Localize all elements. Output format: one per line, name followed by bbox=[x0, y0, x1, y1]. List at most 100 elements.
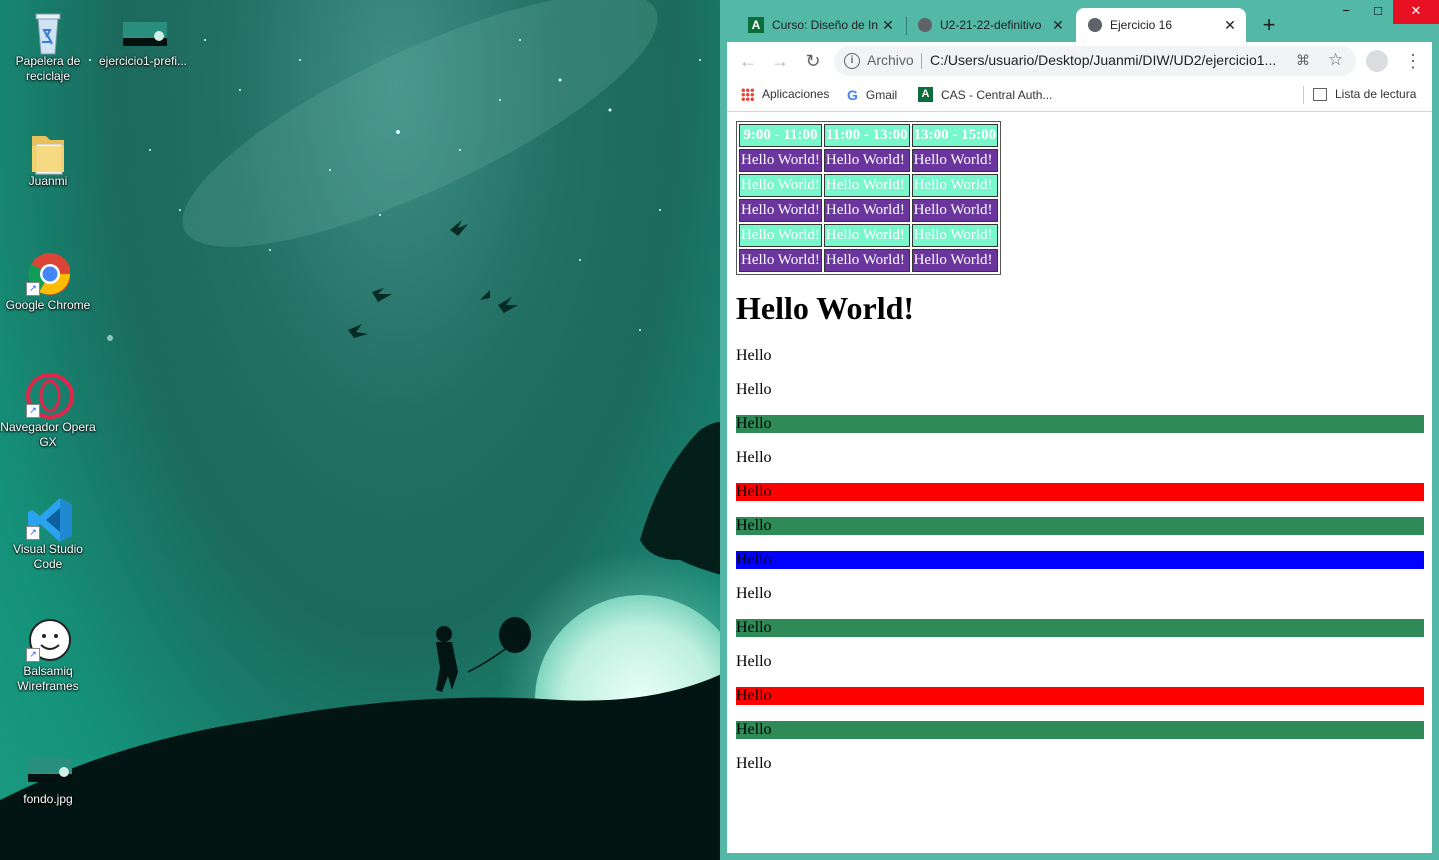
balsamiq-icon: ↗ bbox=[26, 618, 71, 662]
schedule-table: 9:00 - 11:00 11:00 - 13:00 13:00 - 15:00… bbox=[736, 121, 1002, 275]
bookmark-label: Aplicaciones bbox=[762, 87, 830, 101]
table-cell: Hello World! bbox=[911, 199, 999, 222]
close-tab-icon[interactable]: ✕ bbox=[1222, 17, 1238, 33]
close-tab-icon[interactable]: ✕ bbox=[880, 17, 896, 33]
hello-paragraph: Hello bbox=[736, 585, 772, 602]
omnibox-divider bbox=[921, 53, 922, 69]
shortcut-arrow-icon: ↗ bbox=[26, 404, 40, 418]
hello-paragraph: Hello bbox=[736, 551, 1424, 569]
tab-strip: A Curso: Diseño de In ✕ U2-21-22-definit… bbox=[720, 0, 1439, 44]
table-cell: Hello World! bbox=[739, 224, 822, 247]
desktop-icon-label: Balsamiq Wireframes bbox=[17, 664, 79, 693]
bookmark-label: Gmail bbox=[865, 88, 898, 102]
globe-icon bbox=[1088, 18, 1102, 32]
desktop-wallpaper: Papelera de reciclaje ejercicio1-prefi..… bbox=[0, 0, 720, 860]
hello-paragraph: Hello bbox=[736, 347, 772, 364]
google-icon: G bbox=[847, 87, 858, 103]
shortcut-arrow-icon: ↗ bbox=[26, 282, 40, 296]
table-cell: Hello World! bbox=[823, 249, 910, 272]
image-file-icon bbox=[26, 746, 72, 790]
desktop-icon-label: ejercicio1-prefi... bbox=[98, 54, 188, 68]
desktop-icon-ejercicio1[interactable]: ejercicio1-prefi... bbox=[95, 8, 191, 69]
bookmark-gmail[interactable]: G Gmail bbox=[847, 87, 897, 103]
table-cell: Hello World! bbox=[911, 224, 999, 247]
reading-list-button[interactable]: Lista de lectura bbox=[1313, 87, 1416, 101]
hello-paragraph: Hello bbox=[736, 517, 1424, 535]
desktop-icon-juanmi-folder[interactable]: Juanmi bbox=[0, 128, 96, 189]
desktop-icon-opera-gx[interactable]: ↗ Navegador Opera GX bbox=[0, 373, 96, 450]
tab-title: Ejercicio 16 bbox=[1110, 18, 1173, 32]
back-arrow-icon[interactable]: ← bbox=[737, 50, 759, 72]
new-tab-button[interactable]: + bbox=[1257, 13, 1281, 37]
table-header-row: 9:00 - 11:00 11:00 - 13:00 13:00 - 15:00 bbox=[739, 124, 999, 147]
desktop-icon-fondo-jpg[interactable]: fondo.jpg bbox=[0, 746, 96, 807]
bookmark-aplicaciones[interactable]: Aplicaciones bbox=[741, 87, 829, 101]
desktop-icon-vscode[interactable]: ↗ Visual Studio Code bbox=[0, 496, 96, 572]
close-tab-icon[interactable]: ✕ bbox=[1050, 17, 1066, 33]
tab-u2-definitivo[interactable]: U2-21-22-definitivo ✕ bbox=[908, 8, 1074, 42]
opera-gx-icon: ↗ bbox=[26, 373, 74, 419]
apps-grid-icon bbox=[741, 87, 754, 101]
hello-paragraph: Hello bbox=[736, 381, 772, 398]
profile-avatar-icon[interactable] bbox=[1366, 50, 1388, 72]
table-cell: Hello World! bbox=[739, 149, 822, 172]
table-cell: Hello World! bbox=[823, 149, 910, 172]
hello-paragraph: Hello bbox=[736, 687, 1424, 705]
star-bookmark-icon[interactable]: ☆ bbox=[1328, 50, 1343, 70]
info-icon: i bbox=[844, 53, 860, 69]
browser-window: A Curso: Diseño de In ✕ U2-21-22-definit… bbox=[720, 0, 1439, 860]
folder-icon bbox=[26, 128, 70, 175]
wallpaper-art bbox=[0, 0, 720, 860]
bookmarks-divider bbox=[1303, 86, 1304, 104]
forward-arrow-icon[interactable]: → bbox=[769, 50, 791, 72]
globe-icon bbox=[918, 18, 932, 32]
minimize-button[interactable]: − bbox=[1329, 0, 1363, 24]
hello-paragraph: Hello bbox=[736, 449, 772, 466]
url-text: C:/Users/usuario/Desktop/Juanmi/DIW/UD2/… bbox=[930, 52, 1277, 68]
table-cell: Hello World! bbox=[911, 249, 999, 272]
bookmark-cas[interactable]: A CAS - Central Auth... bbox=[918, 87, 1052, 102]
menu-kebab-icon[interactable]: ⋮ bbox=[1404, 50, 1422, 72]
address-bar[interactable]: i Archivo C:/Users/usuario/Desktop/Juanm… bbox=[834, 46, 1356, 76]
shortcut-arrow-icon: ↗ bbox=[26, 526, 40, 540]
desktop-icon-label: Juanmi bbox=[28, 174, 68, 188]
table-cell: Hello World! bbox=[911, 149, 999, 172]
table-header-cell: 11:00 - 13:00 bbox=[823, 124, 910, 147]
desktop-icon-google-chrome[interactable]: ↗ Google Chrome bbox=[0, 252, 96, 313]
table-cell: Hello World! bbox=[823, 199, 910, 222]
hello-paragraph: Hello bbox=[736, 755, 772, 772]
table-cell: Hello World! bbox=[823, 224, 910, 247]
shortcut-arrow-icon: ↗ bbox=[26, 648, 40, 662]
reading-list-icon bbox=[1313, 87, 1327, 101]
hello-paragraph: Hello bbox=[736, 619, 1424, 637]
tab-title: U2-21-22-definitivo bbox=[940, 18, 1042, 32]
table-header-cell: 13:00 - 15:00 bbox=[911, 124, 999, 147]
desktop-icon-label: Visual Studio Code bbox=[13, 542, 83, 571]
reading-list-label: Lista de lectura bbox=[1335, 87, 1417, 101]
desktop-icon-label: Navegador Opera GX bbox=[0, 420, 96, 449]
desktop-icon-label: Papelera de reciclaje bbox=[15, 54, 81, 83]
table-row: Hello World! Hello World! Hello World! bbox=[739, 249, 999, 272]
table-cell: Hello World! bbox=[739, 249, 822, 272]
tab-ejercicio-16[interactable]: Ejercicio 16 ✕ bbox=[1076, 8, 1246, 42]
desktop-icon-recycle-bin[interactable]: Papelera de reciclaje bbox=[0, 8, 96, 84]
table-cell: Hello World! bbox=[739, 174, 822, 197]
bookmark-label: CAS - Central Auth... bbox=[941, 87, 1053, 102]
desktop-icon-label: Google Chrome bbox=[5, 298, 91, 312]
browser-toolbar: ← → ↻ i Archivo C:/Users/usuario/Desktop… bbox=[727, 42, 1432, 80]
translate-icon[interactable]: ⌘ bbox=[1296, 52, 1310, 69]
reload-icon[interactable]: ↻ bbox=[802, 50, 824, 72]
desktop-icon-balsamiq[interactable]: ↗ Balsamiq Wireframes bbox=[0, 618, 96, 694]
tab-curso-diseno[interactable]: A Curso: Diseño de In ✕ bbox=[734, 8, 904, 42]
hello-paragraph: Hello bbox=[736, 721, 1424, 739]
recycle-bin-icon bbox=[26, 8, 70, 55]
table-row: Hello World! Hello World! Hello World! bbox=[739, 174, 999, 197]
hello-paragraph: Hello bbox=[736, 483, 1424, 501]
table-header-cell: 9:00 - 11:00 bbox=[739, 124, 822, 147]
bookmarks-bar: Aplicaciones G Gmail A CAS - Central Aut… bbox=[727, 80, 1432, 112]
hello-paragraph: Hello bbox=[736, 415, 1424, 433]
page-heading: Hello World! bbox=[736, 290, 915, 326]
chrome-icon: ↗ bbox=[26, 252, 71, 296]
close-window-button[interactable]: ✕ bbox=[1393, 0, 1439, 24]
maximize-button[interactable]: □ bbox=[1361, 0, 1395, 24]
